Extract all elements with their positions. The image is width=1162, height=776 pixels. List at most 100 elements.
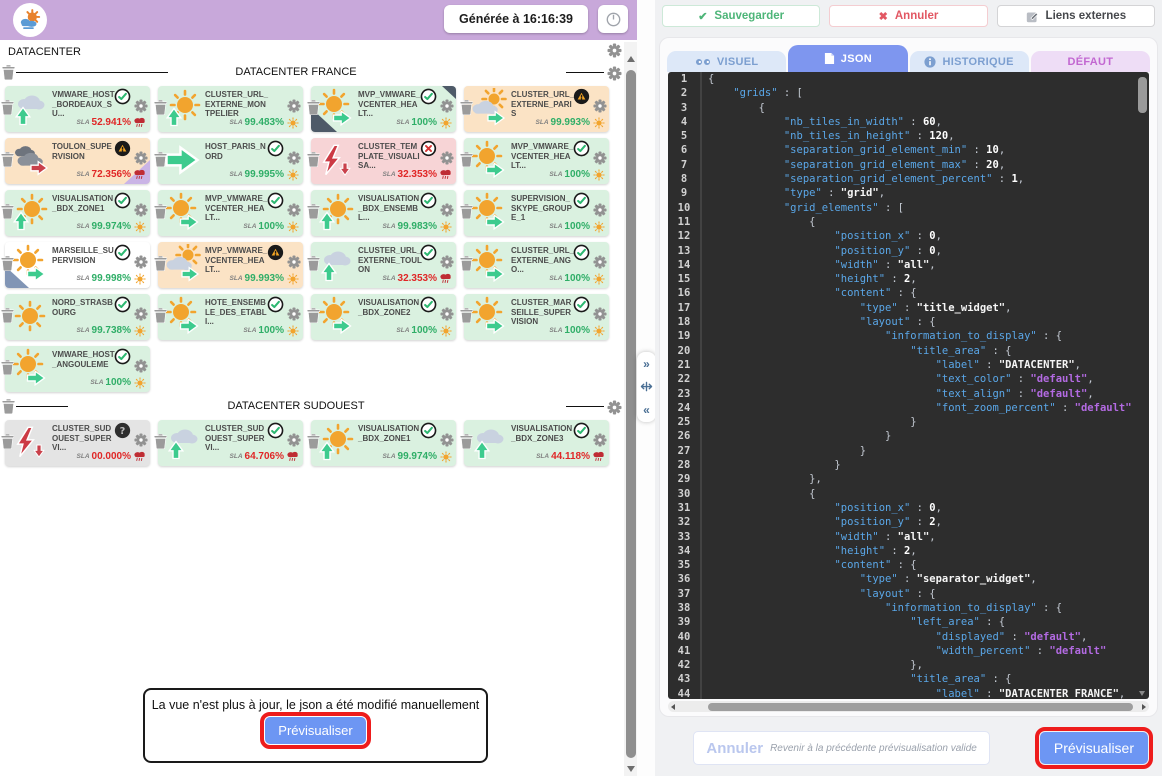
tile-delete-icon[interactable] [307,204,320,219]
weather-tile[interactable]: VISUALISATION_BDX_ZONE1SLA99.974% [5,190,150,236]
scroll-right-icon[interactable] [1142,704,1146,710]
scroll-down-icon[interactable] [1139,691,1145,696]
editor-line[interactable]: 10 "grid_elements" : [ [668,201,1149,215]
tile-delete-icon[interactable] [1,360,14,375]
editor-line[interactable]: 28 } [668,458,1149,472]
tile-delete-icon[interactable] [307,152,320,167]
revert-preview-button[interactable]: Annuler Revenir à la précédente prévisua… [693,731,989,765]
weather-tile[interactable]: CLUSTER_TEMPLATE_VISUALISA...SLA32.353% [311,138,456,184]
tab-historique[interactable]: HISTORIQUE [910,51,1029,72]
editor-line[interactable]: 37 "layout" : { [668,587,1149,601]
editor-line[interactable]: 36 "type" : "separator_widget", [668,572,1149,586]
editor-line[interactable]: 4 "nb_tiles_in_width" : 60, [668,115,1149,129]
editor-line[interactable]: 25 } [668,415,1149,429]
editor-line[interactable]: 15 "height" : 2, [668,272,1149,286]
weather-tile[interactable]: CLUSTER_URL_EXTERNE_TOULONSLA32.353% [311,242,456,288]
tile-settings-icon[interactable] [134,99,148,113]
tile-settings-icon[interactable] [440,99,454,113]
editor-line[interactable]: 18 "layout" : { [668,315,1149,329]
resize-handle-icon[interactable] [640,381,653,392]
separator-gear-icon[interactable] [607,400,622,415]
editor-line[interactable]: 14 "width" : "all", [668,258,1149,272]
tile-settings-icon[interactable] [593,307,607,321]
weather-tile[interactable]: TOULON_SUPERVISIONSLA72.356% [5,138,150,184]
editor-line[interactable]: 39 "left_area" : { [668,615,1149,629]
editor-line[interactable]: 40 "displayed" : "default", [668,630,1149,644]
weather-tile[interactable]: MVP_VMWARE_VCENTER_HEALT...SLA99.993% [158,242,303,288]
editor-line[interactable]: 11 { [668,215,1149,229]
weather-tile[interactable]: VISUALISATION_BDX_ZONE2SLA100% [311,294,456,340]
weather-tile[interactable]: VISUALISATION_BDX_ZONE1SLA99.974% [311,420,456,466]
editor-line[interactable]: 7 "separation_grid_element_max" : 20, [668,158,1149,172]
editor-line[interactable]: 20 "title_area" : { [668,344,1149,358]
left-scrollbar[interactable] [624,42,637,776]
editor-line[interactable]: 30 { [668,487,1149,501]
editor-line[interactable]: 21 "label" : "DATACENTER", [668,358,1149,372]
weather-tile[interactable]: NORD_STRASBOURGSLA99.738% [5,294,150,340]
tile-settings-icon[interactable] [440,307,454,321]
tile-delete-icon[interactable] [1,308,14,323]
generated-at-button[interactable]: Générée à 16:16:39 [444,5,588,33]
tile-settings-icon[interactable] [287,255,301,269]
weather-tile[interactable]: VMWARE_HOST_ANGOULEMESLA100% [5,346,150,392]
tile-delete-icon[interactable] [154,204,167,219]
tab-defaut[interactable]: DÉFAUT [1031,51,1150,72]
editor-line[interactable]: 13 "position_y" : 0, [668,244,1149,258]
tile-settings-icon[interactable] [287,433,301,447]
editor-line[interactable]: 19 "information_to_display" : { [668,329,1149,343]
editor-line[interactable]: 2 "grids" : [ [668,86,1149,100]
tile-settings-icon[interactable] [440,151,454,165]
weather-tile[interactable]: CLUSTER_URL_EXTERNE_ANGO...SLA100% [464,242,609,288]
editor-line[interactable]: 22 "text_color" : "default", [668,372,1149,386]
tile-settings-icon[interactable] [134,307,148,321]
separator-gear-icon[interactable] [607,66,622,81]
scrollbar-thumb[interactable] [626,70,636,758]
tile-delete-icon[interactable] [307,256,320,271]
weather-tile[interactable]: MARSEILLE_SUPERVISIONSLA99.998% [5,242,150,288]
tile-delete-icon[interactable] [1,152,14,167]
editor-line[interactable]: 27 } [668,444,1149,458]
weather-tile[interactable]: CLUSTER_MARSEILLE_SUPERVISIONSLA100% [464,294,609,340]
editor-line[interactable]: 31 "position_x" : 0, [668,501,1149,515]
tile-delete-icon[interactable] [1,100,14,115]
weather-tile[interactable]: VISUALISATION_BDX_ZONE3SLA44.118% [464,420,609,466]
tile-delete-icon[interactable] [460,204,473,219]
editor-line[interactable]: 26 } [668,429,1149,443]
tile-settings-icon[interactable] [593,203,607,217]
weather-tile[interactable]: CLUSTER_SUDOUEST_SUPERVI...?SLA00.000% [5,420,150,466]
tile-settings-icon[interactable] [134,151,148,165]
editor-line[interactable]: 29 }, [668,472,1149,486]
scrollbar-thumb[interactable] [1138,77,1147,113]
tile-settings-icon[interactable] [593,99,607,113]
weather-tile[interactable]: MVP_VMWARE_VCENTER_HEALT...SLA100% [311,86,456,132]
weather-tile[interactable]: HOST_PARIS_NORDSLA99.995% [158,138,303,184]
editor-line[interactable]: 34 "height" : 2, [668,544,1149,558]
weather-tile[interactable]: CLUSTER_URL_EXTERNE_MONTPELIERSLA99.483% [158,86,303,132]
editor-line[interactable]: 33 "width" : "all", [668,530,1149,544]
editor-line[interactable]: 17 "type" : "title_widget", [668,301,1149,315]
editor-line[interactable]: 44 "label" : "DATACENTER FRANCE", [668,687,1149,699]
tile-settings-icon[interactable] [287,99,301,113]
tile-settings-icon[interactable] [134,359,148,373]
editor-line[interactable]: 42 }, [668,658,1149,672]
editor-line[interactable]: 6 "separation_grid_element_min" : 10, [668,143,1149,157]
weather-tile[interactable]: VISUALISATION_BDX_ENSEMBL...SLA99.983% [311,190,456,236]
tile-delete-icon[interactable] [460,434,473,449]
tile-delete-icon[interactable] [154,434,167,449]
editor-line[interactable]: 9 "type" : "grid", [668,186,1149,200]
weather-tile[interactable]: SUPERVISION_SKYPE_GROUPE_1SLA100% [464,190,609,236]
weather-tile[interactable]: CLUSTER_URL_EXTERNE_PARISSLA99.993% [464,86,609,132]
editor-line[interactable]: 41 "width_percent" : "default" [668,644,1149,658]
editor-line[interactable]: 12 "position_x" : 0, [668,229,1149,243]
tile-settings-icon[interactable] [440,203,454,217]
cancel-button[interactable]: ✖ Annuler [829,5,987,27]
tile-delete-icon[interactable] [154,100,167,115]
tile-settings-icon[interactable] [287,151,301,165]
collapse-right-icon[interactable]: » [643,358,650,370]
tile-settings-icon[interactable] [134,203,148,217]
refresh-clock-button[interactable] [598,5,628,33]
editor-line[interactable]: 5 "nb_tiles_in_height" : 120, [668,129,1149,143]
tile-delete-icon[interactable] [1,434,14,449]
tile-delete-icon[interactable] [460,256,473,271]
preview-button-right[interactable]: Prévisualiser [1040,732,1148,764]
